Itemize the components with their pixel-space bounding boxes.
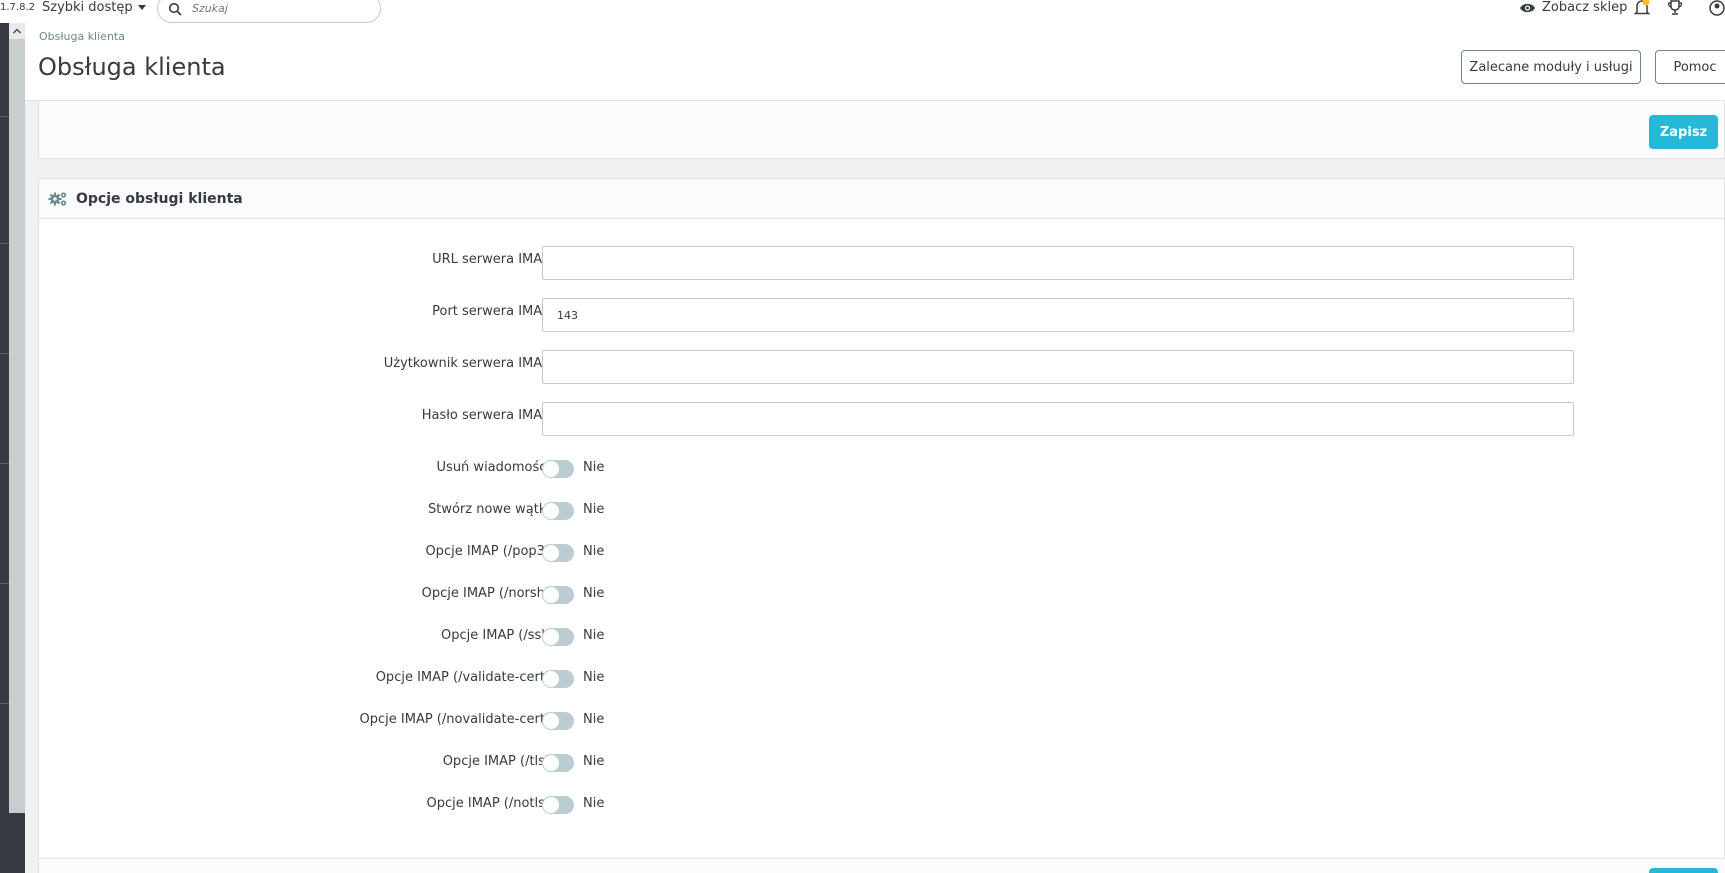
switch-state-label: Nie <box>583 796 605 811</box>
search-box[interactable] <box>157 0 381 23</box>
imap-password-label: Hasło serwera IMAP <box>421 408 550 423</box>
gears-icon <box>48 191 67 206</box>
sidebar-divider <box>0 353 9 354</box>
switch-state-label: Nie <box>583 502 605 517</box>
user-account-icon[interactable] <box>1709 0 1725 16</box>
top-header-bar: 1.7.8.2 Szybki dostęp Zobacz sklep <box>0 0 1725 23</box>
imap-novalidate-cert-label: Opcje IMAP (/novalidate-cert) <box>359 712 550 727</box>
recommended-modules-button[interactable]: Zalecane moduły i usługi <box>1461 50 1641 84</box>
imap-novalidate-cert-switch[interactable] <box>542 712 574 730</box>
imap-url-input[interactable] <box>542 246 1574 280</box>
switch-state-label: Nie <box>583 544 605 559</box>
imap-tls-switch[interactable] <box>542 754 574 772</box>
imap-notls-switch[interactable] <box>542 796 574 814</box>
switch-state-label: Nie <box>583 712 605 727</box>
panel-header: Opcje obsługi klienta <box>39 179 1724 219</box>
imap-norsh-label: Opcje IMAP (/norsh) <box>421 586 550 601</box>
view-shop-label: Zobacz sklep <box>1542 0 1628 15</box>
sidebar-divider <box>0 243 9 244</box>
sidebar-divider <box>0 703 9 704</box>
version-label: 1.7.8.2 <box>0 2 35 13</box>
customer-service-options-panel: Opcje obsługi klienta URL serwera IMAP P… <box>38 178 1725 873</box>
save-button-bottom[interactable] <box>1649 868 1718 873</box>
save-button[interactable]: Zapisz <box>1649 115 1718 149</box>
switch-state-label: Nie <box>583 628 605 643</box>
scroll-up-button[interactable] <box>9 23 25 39</box>
delete-messages-switch[interactable] <box>542 460 574 478</box>
view-shop-link[interactable]: Zobacz sklep <box>1519 0 1627 15</box>
switch-state-label: Nie <box>583 754 605 769</box>
switch-state-label: Nie <box>583 586 605 601</box>
quick-access-dropdown[interactable]: Szybki dostęp <box>42 0 146 15</box>
imap-ssl-switch[interactable] <box>542 628 574 646</box>
quick-access-label: Szybki dostęp <box>42 0 133 15</box>
imap-tls-label: Opcje IMAP (/tls) <box>442 754 550 769</box>
create-threads-switch[interactable] <box>542 502 574 520</box>
sidebar-nav <box>0 23 25 873</box>
sidebar-divider <box>0 463 9 464</box>
search-input[interactable] <box>192 2 342 15</box>
panel-title: Opcje obsługi klienta <box>76 190 243 207</box>
panel-footer <box>39 858 1725 873</box>
switch-state-label: Nie <box>583 670 605 685</box>
delete-messages-label: Usuń wiadomości <box>436 460 550 475</box>
sidebar-divider <box>0 583 9 584</box>
imap-url-label: URL serwera IMAP <box>432 252 550 267</box>
trophy-icon[interactable] <box>1667 0 1683 16</box>
create-threads-label: Stwórz nowe wątki <box>427 502 550 517</box>
imap-validate-cert-switch[interactable] <box>542 670 574 688</box>
imap-user-label: Użytkownik serwera IMAP <box>383 356 550 371</box>
imap-user-input[interactable] <box>542 350 1574 384</box>
eye-icon <box>1520 3 1535 12</box>
page-title: Obsługa klienta <box>38 53 226 81</box>
page-header: Obsługa klienta Obsługa klienta Zalecane… <box>25 23 1725 101</box>
bell-icon[interactable] <box>1633 0 1651 16</box>
imap-norsh-switch[interactable] <box>542 586 574 604</box>
switch-state-label: Nie <box>583 460 605 475</box>
imap-port-label: Port serwera IMAP <box>432 304 550 319</box>
imap-notls-label: Opcje IMAP (/notls) <box>426 796 551 811</box>
help-button[interactable]: Pomoc <box>1655 50 1725 84</box>
imap-port-input[interactable] <box>542 298 1574 332</box>
search-icon <box>168 2 182 16</box>
imap-pop3-switch[interactable] <box>542 544 574 562</box>
chevron-up-icon <box>13 28 21 34</box>
breadcrumb[interactable]: Obsługa klienta <box>39 30 125 43</box>
imap-pop3-label: Opcje IMAP (/pop3) <box>425 544 550 559</box>
caret-down-icon <box>137 5 146 10</box>
imap-ssl-label: Opcje IMAP (/ssl) <box>441 628 550 643</box>
imap-password-input[interactable] <box>542 402 1574 436</box>
sidebar-scrollbar[interactable] <box>9 23 25 813</box>
imap-validate-cert-label: Opcje IMAP (/validate-cert) <box>375 670 550 685</box>
save-bar: Zapisz <box>38 101 1725 159</box>
sidebar-divider <box>0 116 9 117</box>
